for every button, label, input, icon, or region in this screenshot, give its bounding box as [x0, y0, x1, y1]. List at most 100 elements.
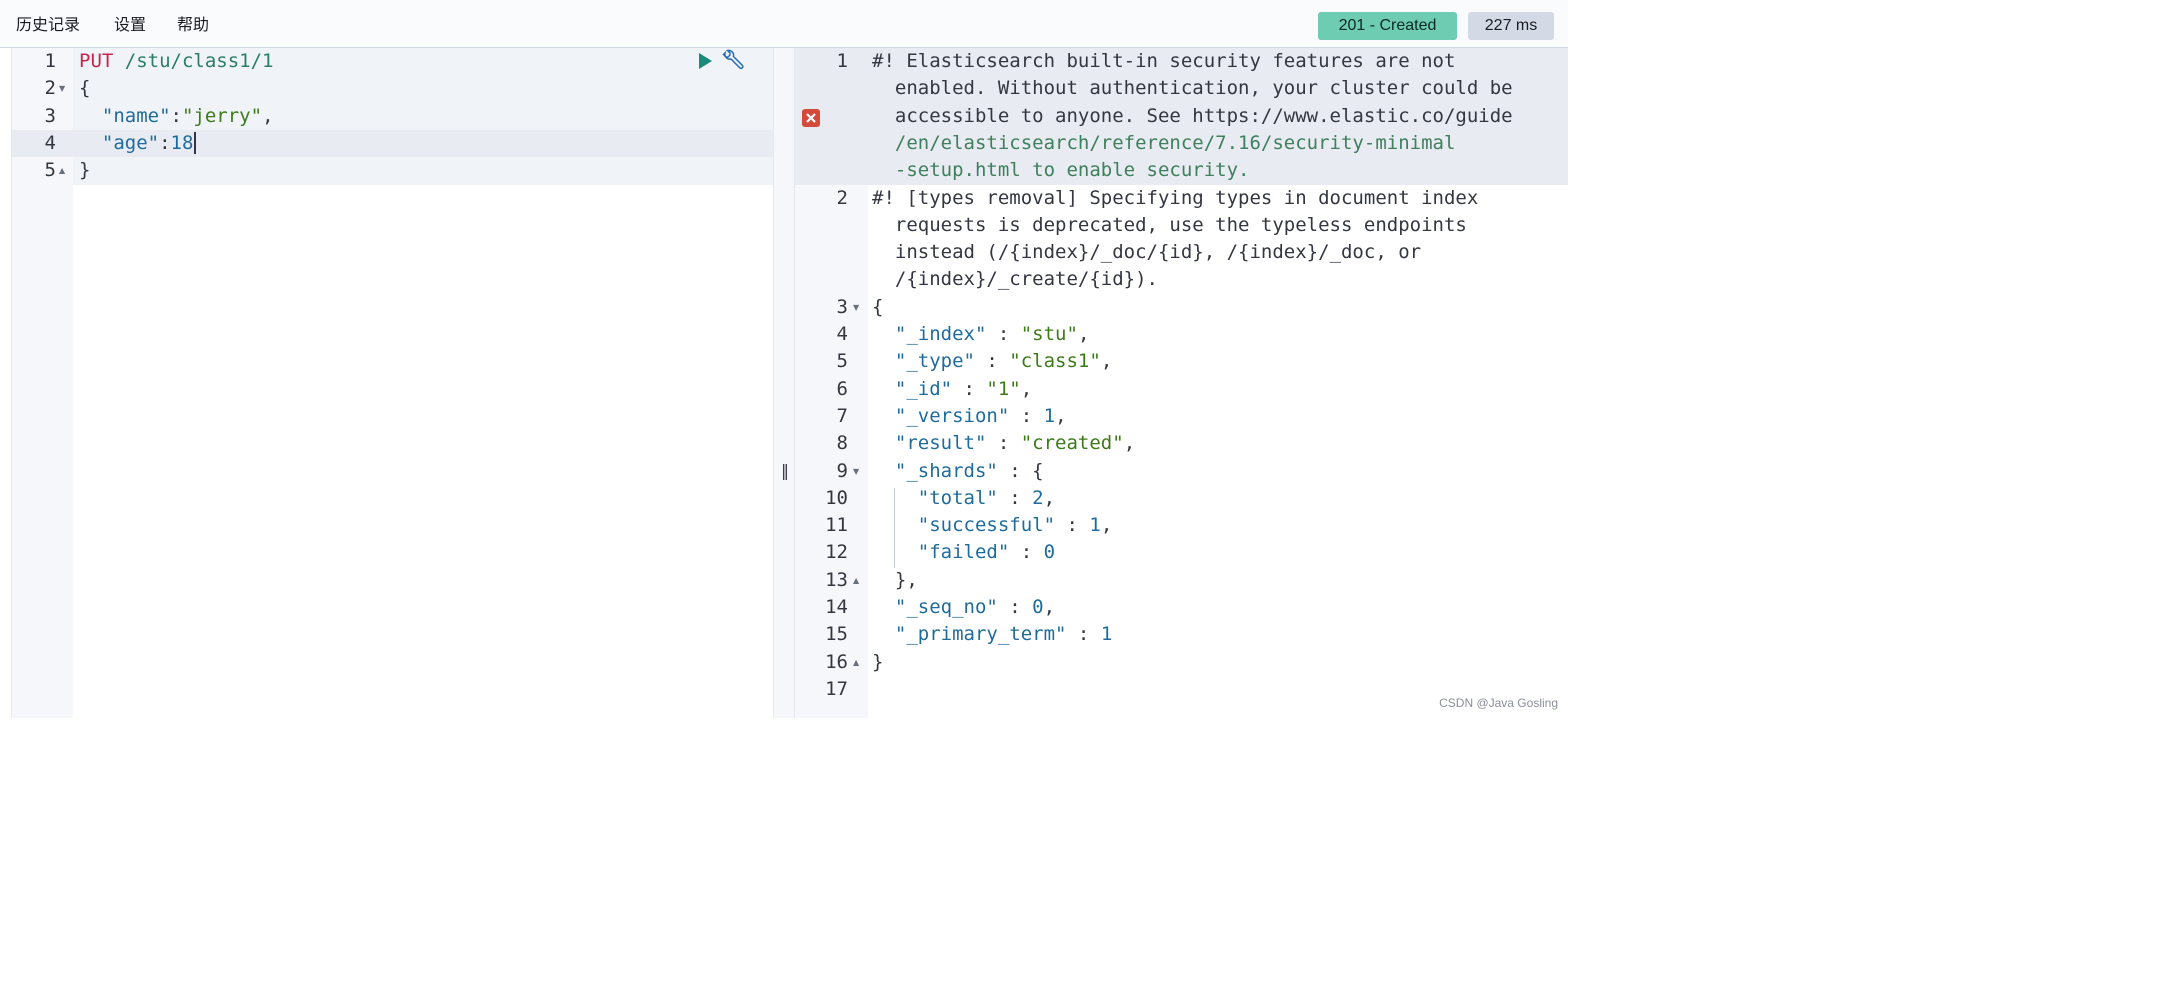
request-path: /stu/class1/1 [113, 50, 274, 72]
response-line: 11 "successful" : 1, [795, 512, 1568, 539]
line-number: 4 [44, 131, 56, 154]
response-line-code[interactable]: instead (/{index}/_doc/{id}, /{index}/_d… [872, 239, 1421, 266]
line-number: 16 [825, 650, 848, 673]
split-divider[interactable]: ‖ [773, 48, 794, 718]
json-separator: : [1066, 623, 1101, 646]
response-line-code[interactable]: "total" : 2, [872, 485, 1055, 512]
json-key: "_primary_term" [894, 623, 1067, 646]
json-value: 18 [170, 131, 194, 154]
request-line-code[interactable]: { [79, 75, 90, 102]
fold-close-icon[interactable]: ▲ [853, 567, 859, 594]
response-line-code[interactable]: #! Elasticsearch built-in security featu… [872, 48, 1455, 75]
json-separator: : [159, 131, 171, 154]
json-comma: , [1020, 377, 1033, 400]
response-editor[interactable]: 1 #! Elasticsearch built-in security fea… [794, 48, 1568, 718]
response-line-wrap: requests is deprecated, use the typeless… [795, 212, 1568, 239]
play-icon[interactable] [696, 52, 714, 70]
json-separator: : [1055, 514, 1090, 537]
response-line-code[interactable]: requests is deprecated, use the typeless… [872, 212, 1467, 239]
fold-open-icon[interactable]: ▼ [59, 75, 65, 102]
response-line-code[interactable]: "result" : "created", [872, 430, 1135, 457]
response-line: 6 "_id" : "1", [795, 376, 1568, 403]
fold-open-icon[interactable]: ▼ [853, 458, 859, 485]
json-value: "1" [986, 377, 1021, 400]
fold-open-icon[interactable]: ▼ [853, 294, 859, 321]
line-number: 4 [836, 323, 848, 345]
json-value: { [1032, 459, 1044, 482]
response-line-code[interactable]: /{index}/_create/{id}). [872, 266, 1158, 293]
wrench-icon[interactable] [721, 49, 745, 73]
request-line-code[interactable]: } [79, 157, 90, 184]
response-line-code[interactable]: "_seq_no" : 0, [872, 594, 1055, 621]
response-line: 8 "result" : "created", [795, 430, 1568, 457]
json-value: "stu" [1020, 323, 1078, 345]
json-key: "failed" [917, 541, 1010, 564]
menu-history[interactable]: 历史记录 [16, 15, 80, 35]
json-comma: , [1043, 486, 1056, 509]
response-line-code[interactable]: "_version" : 1, [872, 403, 1067, 430]
json-value: 1 [1100, 623, 1113, 646]
response-line-code[interactable]: accessible to anyone. See https://www.el… [872, 103, 1513, 130]
json-separator: : [170, 104, 182, 127]
response-line-code[interactable]: #! [types removal] Specifying types in d… [872, 185, 1478, 212]
json-separator: : [1009, 404, 1044, 427]
response-line-code[interactable]: "failed" : 0 [872, 539, 1055, 566]
response-line-code[interactable]: "successful" : 1, [872, 512, 1113, 539]
line-number: 5 [44, 159, 56, 182]
response-line-code[interactable]: "_index" : "stu", [872, 321, 1090, 348]
response-line: 2 #! [types removal] Specifying types in… [795, 185, 1568, 212]
json-key: "_seq_no" [894, 596, 998, 618]
request-line-code[interactable]: "name":"jerry", [79, 103, 274, 130]
response-line-code[interactable]: }, [872, 567, 918, 594]
json-comma: , [262, 104, 274, 127]
json-separator: : [986, 323, 1021, 345]
response-line: 14 "_seq_no" : 0, [795, 594, 1568, 621]
line-number: 2 [44, 77, 56, 100]
request-line: 3 "name":"jerry", [12, 103, 773, 130]
json-value: "jerry" [181, 104, 263, 127]
response-line: 7 "_version" : 1, [795, 403, 1568, 430]
response-line-code[interactable]: "_type" : "class1", [872, 348, 1112, 375]
line-number: 14 [825, 596, 848, 618]
response-line: 3 ▼ { [795, 294, 1568, 321]
response-line-code[interactable]: "_shards" : { [872, 458, 1044, 485]
response-line: 4 "_index" : "stu", [795, 321, 1568, 348]
line-number: 1 [836, 50, 848, 72]
request-line: 4 "age":18 [12, 130, 773, 157]
resize-handle-icon[interactable]: ‖ [781, 462, 789, 480]
json-key: "total" [917, 486, 998, 509]
json-key: "_type" [894, 350, 975, 373]
json-value: "created" [1020, 432, 1124, 455]
json-value: 1 [1043, 404, 1056, 427]
response-line: 1 #! Elasticsearch built-in security fea… [795, 48, 1568, 75]
request-line-code[interactable]: "age":18 [79, 130, 197, 157]
fold-close-icon[interactable]: ▲ [59, 157, 65, 184]
line-number: 9 [836, 459, 848, 482]
response-line-code[interactable]: enabled. Without authentication, your cl… [872, 75, 1513, 102]
json-key: "_shards" [894, 459, 998, 482]
response-line-code[interactable]: /en/elasticsearch/reference/7.16/securit… [872, 130, 1456, 157]
response-line-code[interactable]: "_id" : "1", [872, 376, 1032, 403]
request-editor[interactable]: 1 PUT /stu/class1/1 2 ▼ { 3 "name":"jerr… [11, 48, 773, 718]
json-comma: , [1100, 514, 1113, 537]
line-number: 11 [825, 514, 848, 537]
response-line-code[interactable]: } [872, 649, 883, 676]
json-comma: , [1055, 404, 1067, 427]
line-number: 6 [836, 377, 848, 400]
request-line-code[interactable]: PUT /stu/class1/1 [79, 48, 273, 75]
json-separator: : [997, 486, 1033, 509]
json-value: 1 [1089, 514, 1101, 537]
request-line: 5 ▲ } [12, 157, 773, 184]
response-line-code[interactable]: -setup.html to enable security. [872, 157, 1250, 184]
fold-close-icon[interactable]: ▲ [853, 649, 859, 676]
response-line-code[interactable]: "_primary_term" : 1 [872, 621, 1112, 648]
menu-help[interactable]: 帮助 [177, 15, 209, 35]
response-line: 10 "total" : 2, [795, 485, 1568, 512]
response-line-code[interactable]: { [872, 294, 883, 321]
response-line-wrap: accessible to anyone. See https://www.el… [795, 103, 1568, 130]
json-value: 0 [1032, 596, 1044, 618]
menu-settings[interactable]: 设置 [114, 15, 146, 35]
json-value: "class1" [1009, 350, 1101, 373]
line-number: 8 [836, 432, 848, 455]
json-key: "_index" [894, 323, 987, 345]
